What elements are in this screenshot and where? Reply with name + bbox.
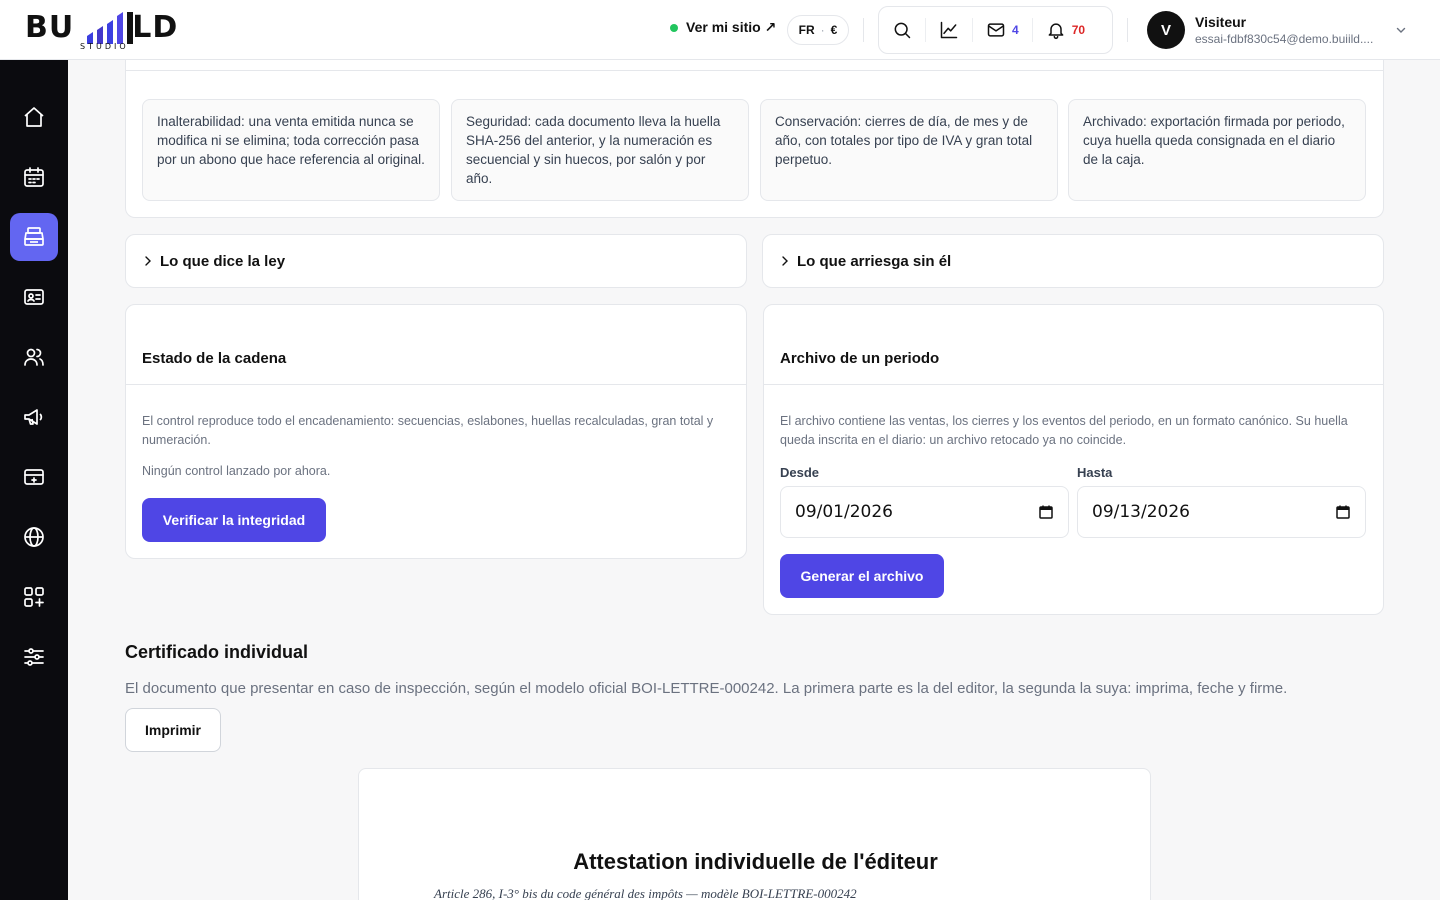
- header-divider: [1127, 18, 1128, 42]
- sidebar-item-website[interactable]: [10, 513, 58, 561]
- messages-button[interactable]: 4: [972, 18, 1032, 42]
- to-label: Hasta: [1077, 465, 1113, 480]
- user-email: essai-fdbf830c54@demo.buiild....: [1195, 32, 1374, 46]
- logo-subtitle: STUDIO: [80, 42, 129, 51]
- accordion-law[interactable]: Lo que dice la ley: [125, 234, 747, 288]
- chevron-right-icon: [145, 256, 151, 266]
- attestation-document: Attestation individuelle de l'éditeur Ar…: [358, 768, 1151, 900]
- sidebar-item-users[interactable]: [10, 333, 58, 381]
- sidebar-item-apps[interactable]: [10, 573, 58, 621]
- settings-sliders-icon: [24, 648, 44, 666]
- language-label: FR: [798, 23, 815, 37]
- calendar-picker-icon[interactable]: [1038, 504, 1054, 520]
- logo-word-left: BU: [25, 10, 75, 45]
- header-tools: 4 70: [878, 6, 1113, 54]
- date-to-value: 09/13/2026: [1092, 502, 1190, 522]
- user-name: Visiteur: [1195, 14, 1247, 30]
- view-site-link[interactable]: Ver mi sitio ↗: [670, 19, 776, 36]
- user-menu[interactable]: V Visiteur essai-fdbf830c54@demo.buiild.…: [1147, 11, 1373, 49]
- notification-count-badge: 70: [1071, 23, 1086, 37]
- date-from-input[interactable]: 09/01/2026: [780, 486, 1069, 538]
- brand-logo[interactable]: BU LD STUDIO: [25, 8, 185, 52]
- megaphone-icon: [24, 409, 43, 425]
- notifications-button[interactable]: 70: [1031, 18, 1098, 42]
- logo-bars-icon: [87, 12, 133, 44]
- mail-count-badge: 4: [1012, 23, 1019, 37]
- calendar-picker-icon[interactable]: [1335, 504, 1351, 520]
- globe-icon: [24, 527, 44, 547]
- from-label: Desde: [780, 465, 820, 480]
- principle-inalterability: Inalterabilidad: una venta emitida nunca…: [142, 99, 440, 201]
- payment-card-icon: [24, 469, 44, 485]
- bell-icon: [1048, 23, 1064, 40]
- chain-status-title: Estado de la cadena: [142, 350, 287, 367]
- attestation-subtitle: Article 286, I-3° bis du code général de…: [434, 886, 857, 900]
- date-to-input[interactable]: 09/13/2026: [1077, 486, 1366, 538]
- home-icon: [24, 107, 44, 127]
- header-divider: [863, 18, 864, 42]
- view-site-label: Ver mi sitio ↗: [686, 19, 777, 35]
- chain-description: El control reproduce todo el encadenamie…: [142, 414, 714, 447]
- chevron-right-icon: [782, 256, 788, 266]
- accordion-risk-label: Lo que arriesga sin él: [797, 252, 952, 270]
- sidebar-item-payments[interactable]: [10, 453, 58, 501]
- language-currency-switch[interactable]: FR · €: [787, 15, 849, 45]
- sidebar: [0, 60, 68, 900]
- mail-icon: [987, 23, 1005, 37]
- chevron-down-icon[interactable]: [1395, 24, 1407, 36]
- attestation-title: Attestation individuelle de l'éditeur: [573, 849, 938, 874]
- certificate-title: Certificado individual: [125, 642, 309, 662]
- accordion-law-label: Lo que dice la ley: [160, 252, 286, 270]
- sidebar-item-settings[interactable]: [10, 633, 58, 681]
- online-status-dot: [670, 23, 678, 32]
- sidebar-item-home[interactable]: [10, 93, 58, 141]
- currency-label: €: [830, 23, 838, 37]
- contact-card-icon: [24, 289, 44, 305]
- principle-conservation: Conservación: cierres de día, de mes y d…: [760, 99, 1058, 201]
- register-icon: [24, 227, 44, 246]
- search-button[interactable]: [879, 7, 925, 53]
- date-from-value: 09/01/2026: [795, 502, 893, 522]
- sidebar-item-calendar[interactable]: [10, 153, 58, 201]
- sidebar-item-contacts[interactable]: [10, 273, 58, 321]
- analytics-button[interactable]: [925, 18, 972, 42]
- chart-line-icon: [940, 21, 958, 39]
- avatar: V: [1147, 11, 1185, 49]
- certificate-description: El documento que presentar en caso de in…: [125, 680, 1288, 697]
- archive-title: Archivo de un periodo: [780, 350, 940, 367]
- generate-archive-button[interactable]: Generar el archivo: [780, 554, 944, 598]
- principle-archiving: Archivado: exportación firmada por perio…: [1068, 99, 1366, 201]
- print-button[interactable]: Imprimir: [125, 708, 221, 752]
- accordion-risk[interactable]: Lo que arriesga sin él: [762, 234, 1384, 288]
- chain-status-text: Ningún control lanzado por ahora.: [142, 464, 331, 478]
- archive-description: El archivo contiene las ventas, los cier…: [780, 414, 1348, 447]
- sidebar-item-register[interactable]: [10, 213, 58, 261]
- principle-security: Seguridad: cada documento lleva la huell…: [451, 99, 749, 201]
- search-icon: [894, 22, 911, 39]
- sidebar-item-marketing[interactable]: [10, 393, 58, 441]
- users-icon: [24, 348, 44, 366]
- verify-integrity-button[interactable]: Verificar la integridad: [142, 498, 326, 542]
- calendar-icon: [24, 167, 44, 187]
- top-bar: BU LD STUDIO Ver mi sitio ↗ FR · € 4 70 …: [0, 0, 1440, 60]
- apps-icon: [24, 587, 44, 607]
